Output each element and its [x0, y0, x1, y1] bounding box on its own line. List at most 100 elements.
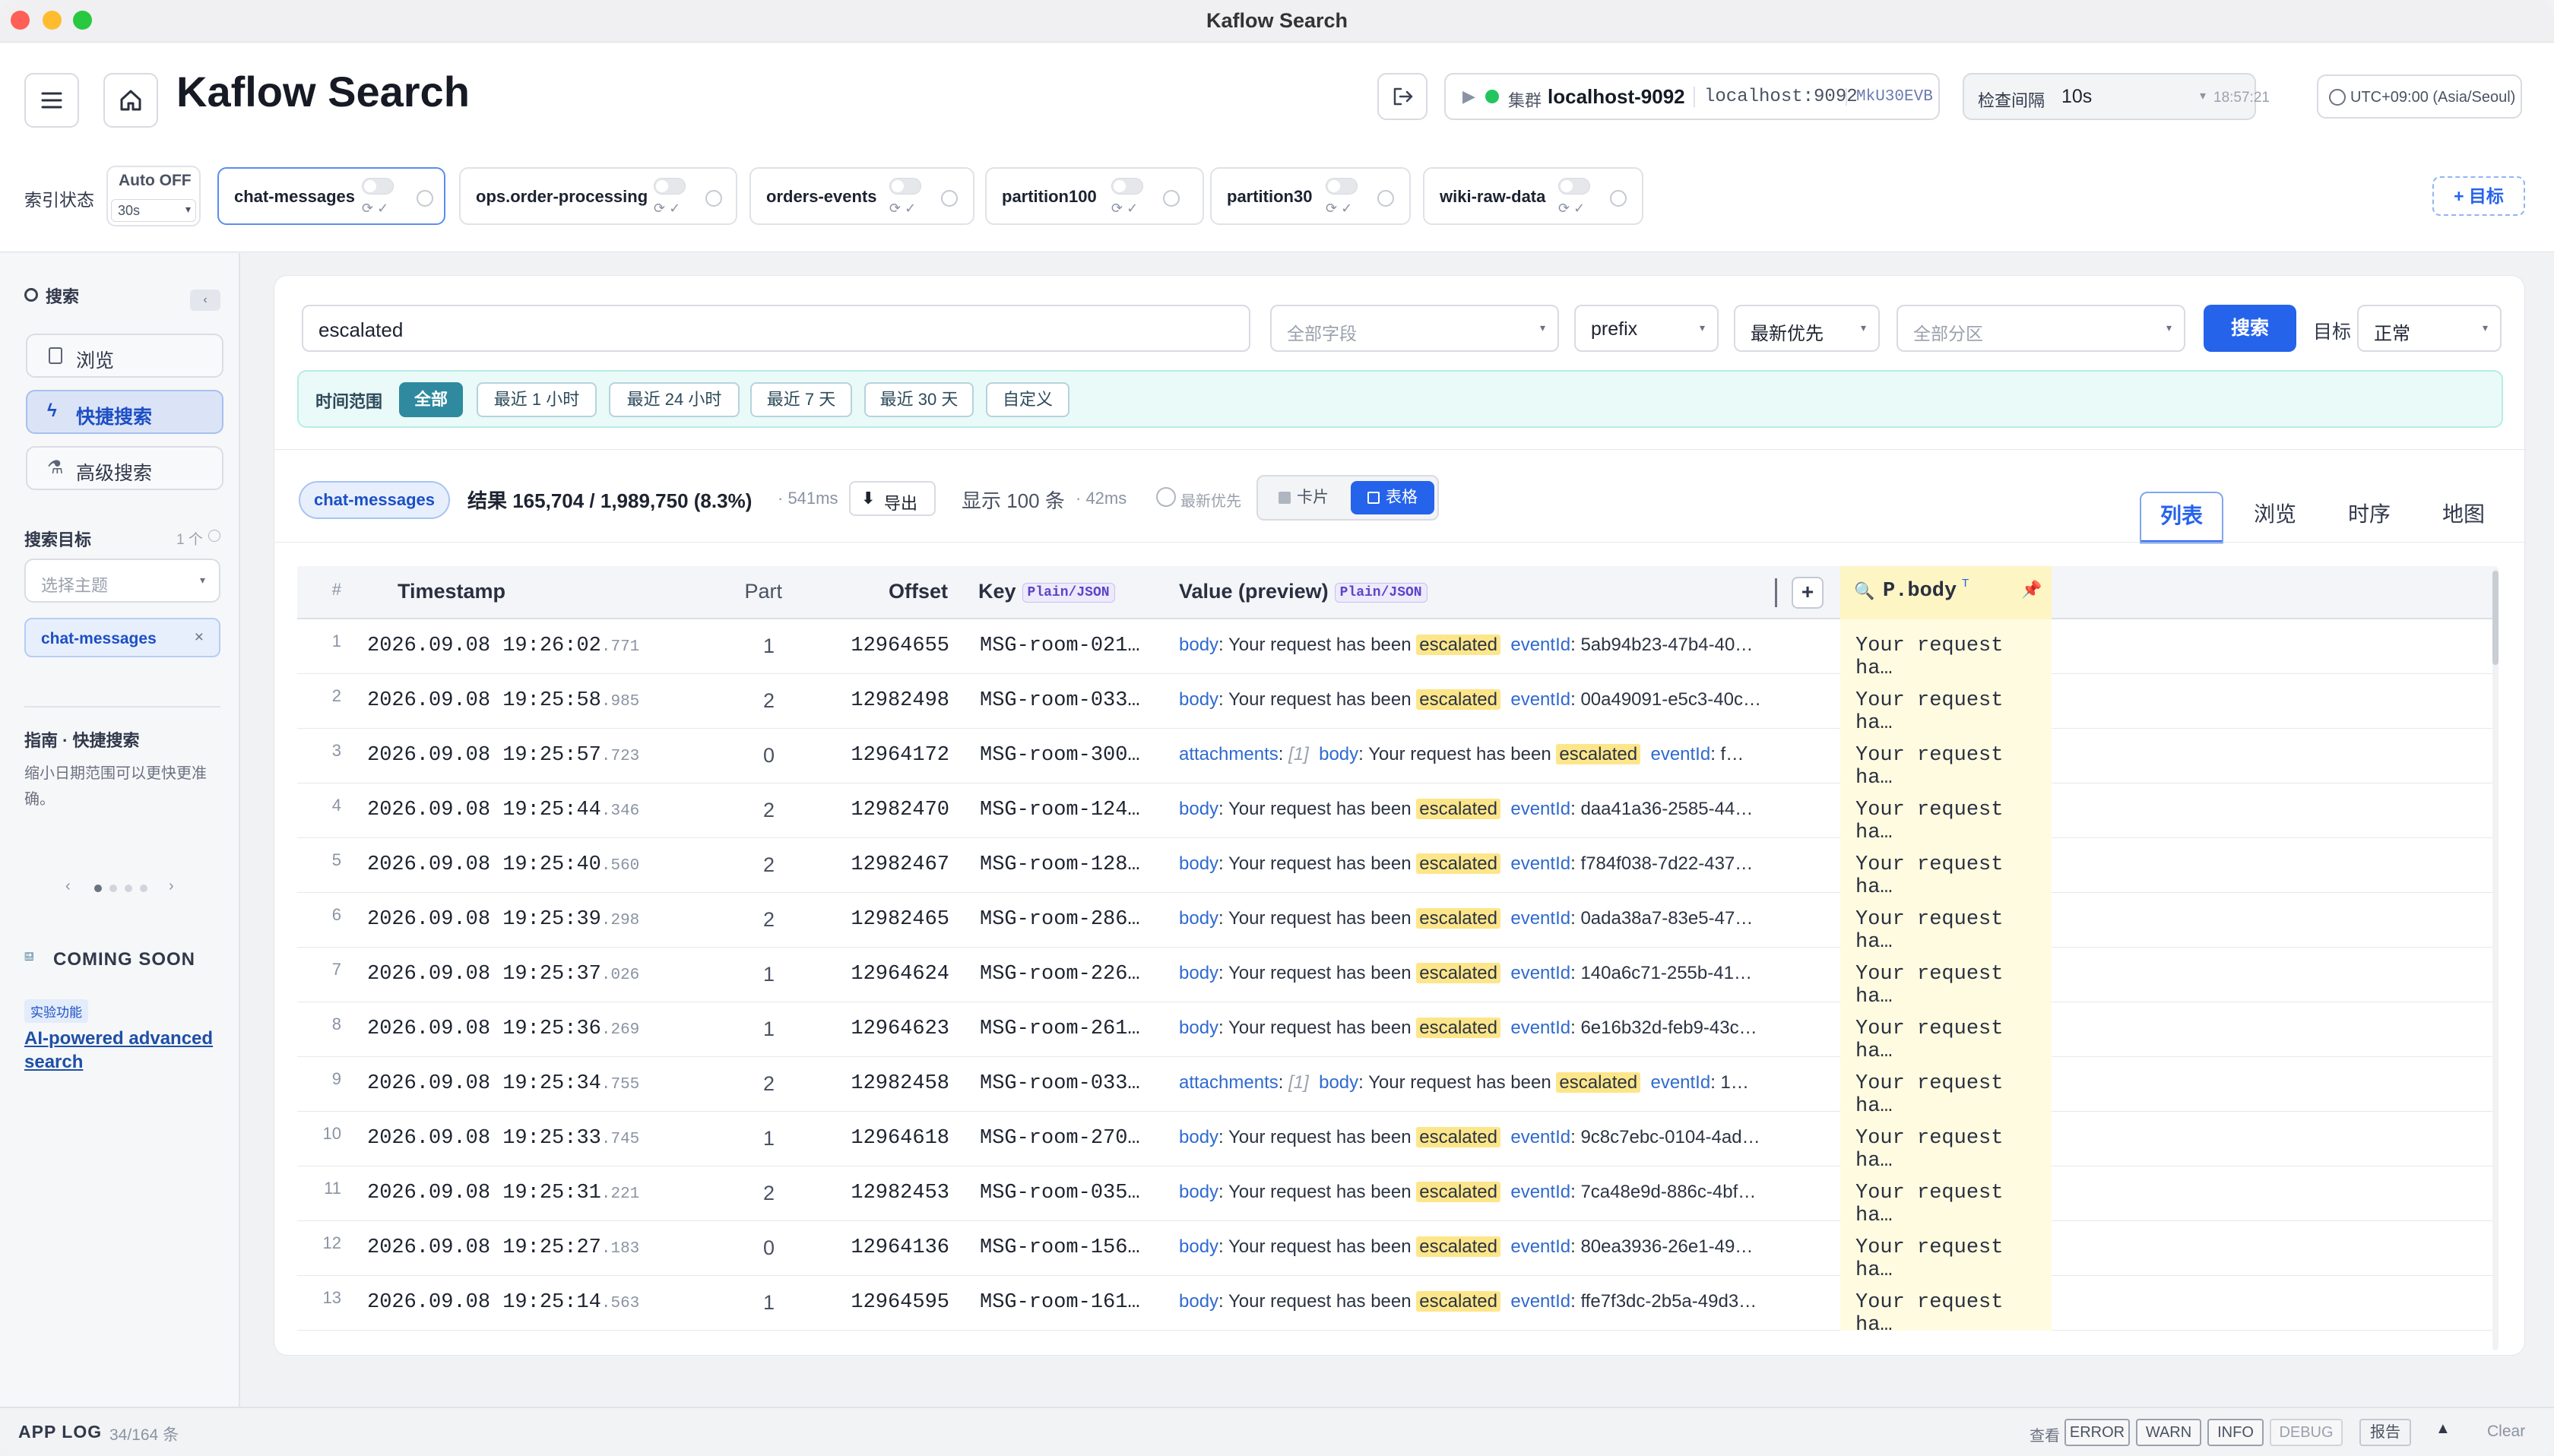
clear-log-button[interactable]: Clear: [2487, 1423, 2525, 1441]
pinned-cell[interactable]: Your request ha…: [1840, 1276, 2052, 1337]
log-level-warn[interactable]: WARN: [2136, 1419, 2201, 1446]
add-target-button[interactable]: + 目标: [2432, 176, 2525, 216]
index-toggle[interactable]: [1326, 178, 1358, 195]
column-resize-handle[interactable]: [1775, 578, 1777, 607]
row-value-preview[interactable]: body: Your request has been escalated ev…: [1179, 1182, 1772, 1203]
row-key[interactable]: MSG-room-128…: [980, 853, 1140, 876]
index-toggle[interactable]: [1111, 178, 1143, 195]
pinned-cell[interactable]: Your request ha…: [1840, 838, 2052, 899]
collapse-sidebar-button[interactable]: ‹: [190, 290, 220, 311]
pinned-cell[interactable]: Your request ha…: [1840, 893, 2052, 954]
row-key[interactable]: MSG-room-124…: [980, 799, 1140, 821]
log-level-error[interactable]: ERROR: [2064, 1419, 2130, 1446]
pager-dot[interactable]: [125, 885, 132, 892]
add-column-button[interactable]: +: [1792, 577, 1824, 609]
pinned-cell[interactable]: Your request ha…: [1840, 619, 2052, 680]
table-row[interactable]: 4 2026.09.08 19:25:44.346 2 12982470 MSG-roo…: [297, 783, 2497, 844]
pinned-column-header[interactable]: 🔍 P.body T 📌: [1840, 566, 2052, 619]
row-value-preview[interactable]: body: Your request has been escalated ev…: [1179, 1291, 1772, 1312]
export-button[interactable]: ⬇ 导出: [849, 481, 936, 516]
cluster-selector[interactable]: ▶ 集群 localhost-9092 localhost:9092 MkU30…: [1444, 73, 1940, 120]
settings-icon[interactable]: [1377, 190, 1394, 207]
row-key[interactable]: MSG-room-226…: [980, 963, 1140, 986]
sidebar-item-quick-search[interactable]: ϟ 快捷搜索: [26, 390, 223, 434]
chevron-right-icon[interactable]: ›: [169, 878, 174, 895]
sidebar-item-browse[interactable]: 浏览: [26, 334, 223, 378]
log-level-info[interactable]: INFO: [2207, 1419, 2264, 1446]
settings-icon[interactable]: [941, 190, 958, 207]
timezone-selector[interactable]: UTC+09:00 (Asia/Seoul): [2317, 74, 2522, 119]
settings-icon[interactable]: [705, 190, 722, 207]
remove-topic-icon[interactable]: ×: [195, 628, 204, 647]
pager-dot[interactable]: [94, 885, 102, 892]
auto-refresh-interval[interactable]: 30s ▾: [111, 199, 196, 222]
row-key[interactable]: MSG-room-035…: [980, 1182, 1140, 1204]
row-value-preview[interactable]: body: Your request has been escalated ev…: [1179, 1127, 1772, 1148]
settings-icon[interactable]: [1610, 190, 1627, 207]
pinned-cell[interactable]: Your request ha…: [1840, 1166, 2052, 1227]
view-card-button[interactable]: 卡片: [1263, 481, 1345, 514]
pinned-cell[interactable]: Your request ha…: [1840, 1221, 2052, 1282]
menu-button[interactable]: [24, 73, 79, 128]
tab-timeseries[interactable]: 时序: [2327, 492, 2412, 543]
disconnect-button[interactable]: [1377, 73, 1428, 120]
interval-selector[interactable]: 检查间隔 10s ▾ 18:57:21: [1963, 73, 2270, 120]
index-chip[interactable]: wiki-raw-data ⟳ ✓: [1423, 167, 1643, 225]
settings-icon[interactable]: [1163, 190, 1180, 207]
table-row[interactable]: 10 2026.09.08 19:25:33.745 1 12964618 MSG-ro…: [297, 1112, 2497, 1173]
table-row[interactable]: 1 2026.09.08 19:26:02.771 1 12964655 MSG-roo…: [297, 619, 2497, 680]
pinned-cell[interactable]: Your request ha…: [1840, 1002, 2052, 1063]
pager-dot[interactable]: [140, 885, 147, 892]
vertical-scrollbar[interactable]: [2492, 568, 2499, 1350]
row-value-preview[interactable]: body: Your request has been escalated ev…: [1179, 799, 1772, 820]
play-icon[interactable]: ▶: [1462, 87, 1475, 106]
pager-dot[interactable]: [109, 885, 117, 892]
search-input[interactable]: escalated: [302, 305, 1250, 352]
sort-select[interactable]: 最新优先 ▾: [1734, 305, 1880, 352]
auto-refresh-toggle[interactable]: Auto OFF: [119, 172, 192, 190]
table-row[interactable]: 8 2026.09.08 19:25:36.269 1 12964623 MSG-roo…: [297, 1002, 2497, 1063]
pinned-cell[interactable]: Your request ha…: [1840, 1112, 2052, 1173]
settings-icon[interactable]: [417, 190, 433, 207]
match-mode-select[interactable]: prefix ▾: [1574, 305, 1719, 352]
tab-browse[interactable]: 浏览: [2232, 492, 2318, 543]
table-row[interactable]: 13 2026.09.08 19:25:14.563 1 12964595 MSG-ro…: [297, 1276, 2497, 1337]
table-row[interactable]: 11 2026.09.08 19:25:31.221 2 12982453 MSG-ro…: [297, 1166, 2497, 1227]
row-key[interactable]: MSG-room-033…: [980, 689, 1140, 712]
search-button[interactable]: 搜索: [2204, 305, 2296, 352]
time-range-all[interactable]: 全部: [399, 382, 463, 417]
row-key[interactable]: MSG-room-033…: [980, 1072, 1140, 1095]
col-value-header[interactable]: Value (preview) Plain/JSON: [1179, 580, 1428, 603]
table-row[interactable]: 3 2026.09.08 19:25:57.723 0 12964172 MSG-roo…: [297, 729, 2497, 790]
tab-map[interactable]: 地图: [2421, 492, 2506, 543]
row-value-preview[interactable]: body: Your request has been escalated ev…: [1179, 1018, 1772, 1039]
row-value-preview[interactable]: attachments: [1] body: Your request has …: [1179, 1072, 1772, 1094]
sidebar-item-advanced-search[interactable]: ⚗ 高级搜索: [26, 446, 223, 490]
home-button[interactable]: [103, 73, 158, 128]
row-value-preview[interactable]: body: Your request has been escalated ev…: [1179, 635, 1772, 656]
pin-icon[interactable]: 📌: [2021, 580, 2042, 600]
table-row[interactable]: 9 2026.09.08 19:25:34.755 2 12982458 MSG-roo…: [297, 1057, 2497, 1118]
value-format-toggle[interactable]: Plain/JSON: [1334, 582, 1428, 603]
row-key[interactable]: MSG-room-156…: [980, 1236, 1140, 1259]
time-range-7d[interactable]: 最近 7 天: [750, 382, 852, 417]
pinned-cell[interactable]: Your request ha…: [1840, 948, 2052, 1008]
index-chip[interactable]: orders-events ⟳ ✓: [749, 167, 974, 225]
index-chip[interactable]: chat-messages ⟳ ✓: [217, 167, 445, 225]
partition-select[interactable]: 全部分区 ▾: [1896, 305, 2185, 352]
table-row[interactable]: 2 2026.09.08 19:25:58.985 2 12982498 MSG-roo…: [297, 674, 2497, 735]
row-value-preview[interactable]: body: Your request has been escalated ev…: [1179, 908, 1772, 929]
time-range-custom[interactable]: 自定义: [986, 382, 1069, 417]
time-range-1h[interactable]: 最近 1 小时: [477, 382, 597, 417]
key-format-toggle[interactable]: Plain/JSON: [1022, 582, 1115, 603]
index-chip[interactable]: ops.order-processing ⟳ ✓: [459, 167, 737, 225]
pinned-cell[interactable]: Your request ha…: [1840, 729, 2052, 790]
report-button[interactable]: 报告: [2359, 1419, 2411, 1446]
row-key[interactable]: MSG-room-261…: [980, 1018, 1140, 1040]
index-chip[interactable]: partition30 ⟳ ✓: [1210, 167, 1411, 225]
view-table-button[interactable]: 表格: [1351, 481, 1434, 514]
index-toggle[interactable]: [654, 178, 686, 195]
row-value-preview[interactable]: body: Your request has been escalated ev…: [1179, 689, 1772, 711]
log-level-debug[interactable]: DEBUG: [2270, 1419, 2343, 1446]
ai-search-link[interactable]: AI-powered advanced search: [24, 1027, 230, 1074]
